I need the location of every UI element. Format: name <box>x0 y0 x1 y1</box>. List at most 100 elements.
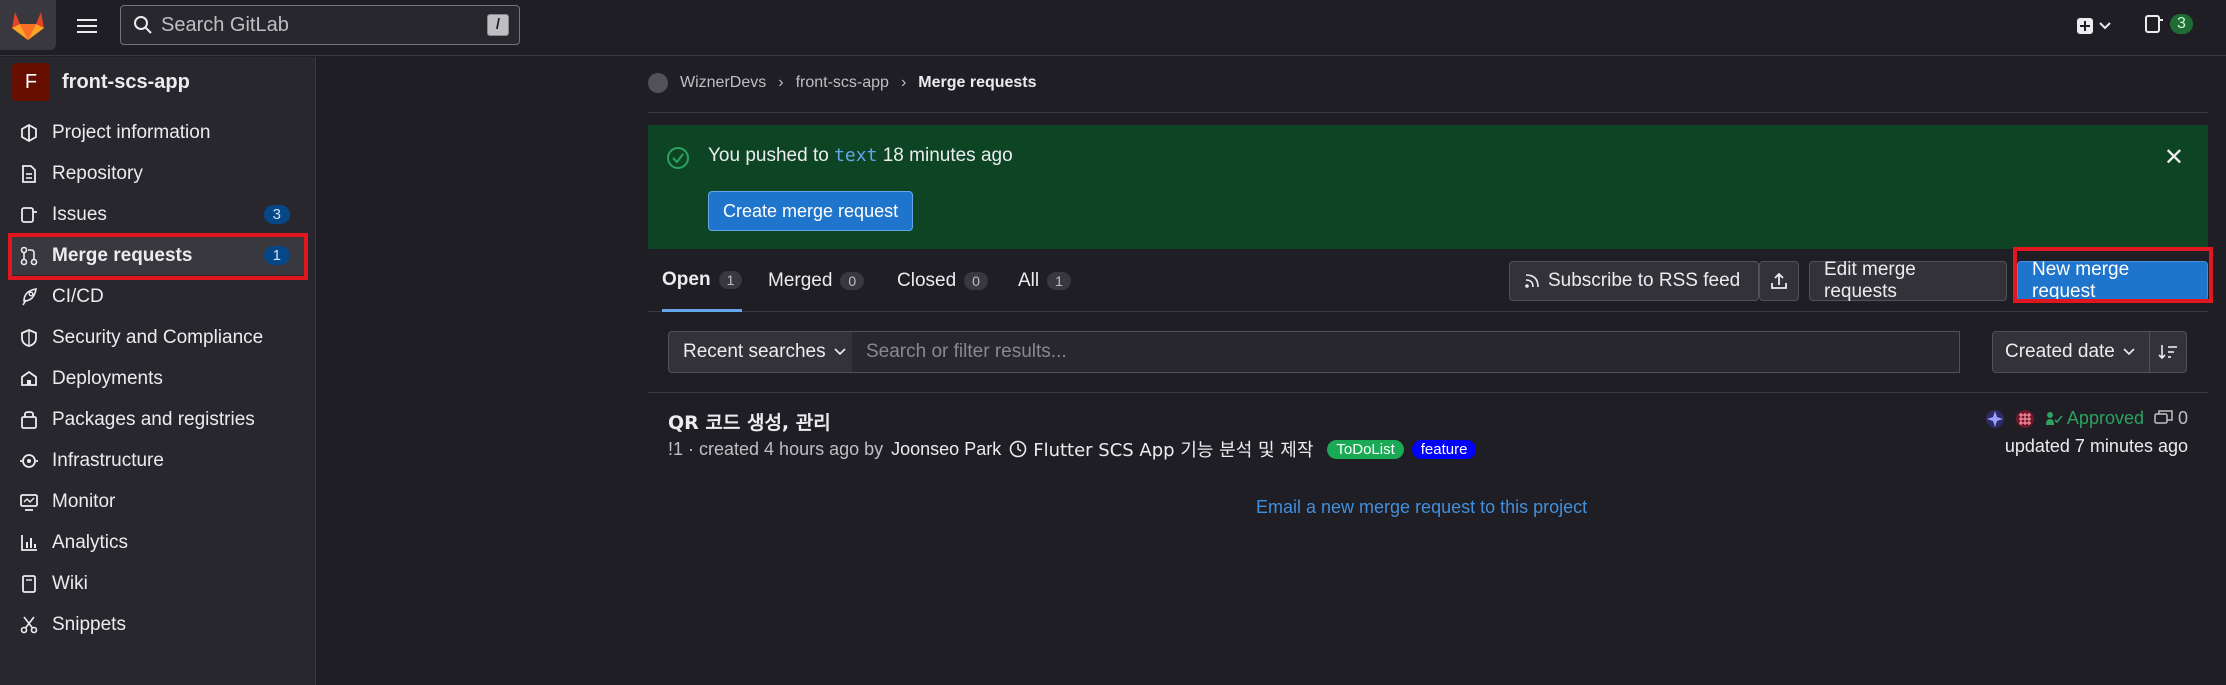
gitlab-logo[interactable] <box>0 0 56 50</box>
divider <box>648 112 2208 113</box>
comments-count[interactable]: 0 <box>2154 408 2188 429</box>
gitlab-logo-icon <box>12 12 44 40</box>
tab-count: 1 <box>1047 272 1071 290</box>
breadcrumb-project[interactable]: front-scs-app <box>796 74 889 92</box>
sort-direction-button[interactable] <box>2149 331 2187 373</box>
issues-icon <box>2145 15 2163 33</box>
mr-ref: !1 · created 4 hours ago by <box>668 438 884 459</box>
cloud-icon <box>20 454 38 468</box>
search-input[interactable]: Search GitLab / <box>120 5 520 45</box>
tab-count: 1 <box>718 270 743 289</box>
rss-feed-button[interactable]: Subscribe to RSS feed <box>1509 261 1759 301</box>
scissors-icon <box>20 616 38 634</box>
rss-icon <box>1525 274 1539 288</box>
comments-icon <box>2154 409 2173 424</box>
mr-title[interactable]: QR 코드 생성, 관리 <box>668 408 831 435</box>
highlight-new-merge-request <box>2013 247 2213 303</box>
sidebar-item-label: Snippets <box>52 614 126 635</box>
tab-open[interactable]: Open 1 <box>662 250 743 312</box>
menu-icon[interactable] <box>72 12 102 40</box>
sort-dropdown[interactable]: Created date <box>1992 331 2150 373</box>
sidebar-item-wiki[interactable]: Wiki <box>10 565 306 603</box>
sidebar-item-label: Monitor <box>52 491 116 512</box>
alert-suffix: 18 minutes ago <box>882 145 1013 166</box>
mr-updated: updated 7 minutes ago <box>2004 436 2188 456</box>
tab-closed[interactable]: Closed 0 <box>897 250 988 312</box>
tab-all[interactable]: All 1 <box>1018 250 1071 312</box>
shield-icon <box>21 329 37 347</box>
chevron-down-icon <box>2099 22 2111 30</box>
search-placeholder: Search GitLab <box>161 13 289 36</box>
alert-branch[interactable]: text <box>834 145 877 166</box>
sidebar-item-packages-and-registries[interactable]: Packages and registries <box>10 401 306 439</box>
edit-label: Edit merge requests <box>1824 259 1916 302</box>
sidebar-item-project-information[interactable]: Project information <box>10 114 306 152</box>
sidebar-item-label: Wiki <box>52 573 88 594</box>
alert-prefix: You pushed to <box>708 145 829 166</box>
monitor-icon <box>20 494 38 511</box>
tab-label: All <box>1018 270 1040 291</box>
project-header[interactable]: F front-scs-app <box>12 63 190 101</box>
create-merge-request-button[interactable]: Create merge request <box>708 191 914 231</box>
sidebar-item-analytics[interactable]: Analytics <box>10 524 306 562</box>
group-avatar <box>648 73 668 93</box>
breadcrumb-current[interactable]: Merge requests <box>918 74 1036 92</box>
filter-search-input[interactable]: Search or filter results... <box>852 331 1960 373</box>
label-feature[interactable]: feature <box>1411 439 1477 459</box>
avatar[interactable] <box>1985 409 2005 429</box>
breadcrumb: WiznerDevs › front-scs-app › Merge reque… <box>648 73 1037 93</box>
sidebar-item-label: Security and Compliance <box>52 327 264 348</box>
avatar[interactable] <box>2015 409 2035 429</box>
breadcrumb-separator-icon: › <box>778 74 784 91</box>
breadcrumb-group[interactable]: WiznerDevs <box>680 74 766 92</box>
top-bar: Search GitLab / 3 <box>0 0 2226 56</box>
approval-icon <box>2045 411 2063 425</box>
sidebar-item-snippets[interactable]: Snippets <box>10 606 306 644</box>
label-todolist[interactable]: ToDoList <box>1327 439 1404 459</box>
tab-count: 0 <box>964 272 988 290</box>
tab-count: 0 <box>840 272 865 290</box>
email-new-mr-link[interactable]: Email a new merge request to this projec… <box>1256 497 1587 518</box>
tab-merged[interactable]: Merged 0 <box>768 250 865 312</box>
rss-label: Subscribe to RSS feed <box>1548 270 1741 291</box>
sidebar-item-deployments[interactable]: Deployments <box>10 360 306 398</box>
sidebar-item-ci-cd[interactable]: CI/CD <box>10 278 306 316</box>
approved-status: Approved <box>2045 408 2144 429</box>
export-button[interactable] <box>1759 261 1799 301</box>
search-shortcut: / <box>487 14 509 36</box>
mr-tabs-bar: Open 1 Merged 0 Closed 0 All 1 Subscribe… <box>648 250 2208 312</box>
sidebar-item-label: Repository <box>52 163 143 184</box>
tab-label: Open <box>662 268 711 290</box>
rocket-icon <box>22 288 37 306</box>
edit-merge-requests-button[interactable]: Edit merge requests <box>1809 259 2007 302</box>
filter-bar: Recent searches Search or filter results… <box>648 313 2208 393</box>
tab-label: Closed <box>897 270 957 291</box>
sidebar-item-issues[interactable]: Issues 3 <box>10 196 306 234</box>
sidebar-item-monitor[interactable]: Monitor <box>10 483 306 521</box>
doc-icon <box>22 165 36 183</box>
upload-icon <box>1771 272 1787 289</box>
search-icon <box>134 16 152 34</box>
mr-milestone[interactable]: Flutter SCS App 기능 분석 및 제작 <box>1009 436 1313 462</box>
list-item: QR 코드 생성, 관리 !1 · created 4 hours ago by… <box>648 394 2208 474</box>
tab-label: Merged <box>768 270 833 291</box>
milestone-label: Flutter SCS App 기능 분석 및 제작 <box>1033 440 1314 461</box>
sidebar-item-infrastructure[interactable]: Infrastructure <box>10 442 306 480</box>
clock-icon <box>1009 440 1027 458</box>
approved-label: Approved <box>2066 408 2144 428</box>
sidebar: F front-scs-app Project information Repo… <box>0 57 316 685</box>
sidebar-item-security-and-compliance[interactable]: Security and Compliance <box>10 319 306 357</box>
breadcrumb-separator-icon: › <box>900 74 907 91</box>
top-count-badge: 3 <box>2170 14 2193 34</box>
top-merge-requests-button[interactable]: 3 <box>2144 13 2193 35</box>
project-name: front-scs-app <box>62 70 190 93</box>
recent-searches-dropdown[interactable]: Recent searches <box>668 331 853 373</box>
chevron-down-icon <box>2123 348 2135 356</box>
close-icon[interactable]: ✕ <box>2164 143 2184 172</box>
sidebar-item-repository[interactable]: Repository <box>10 155 306 193</box>
recent-label: Recent searches <box>683 341 826 362</box>
create-new-button[interactable] <box>2076 13 2120 39</box>
sidebar-item-label: Packages and registries <box>52 409 255 430</box>
mr-author[interactable]: Joonseo Park <box>891 439 1001 460</box>
chevron-down-icon <box>834 348 846 356</box>
